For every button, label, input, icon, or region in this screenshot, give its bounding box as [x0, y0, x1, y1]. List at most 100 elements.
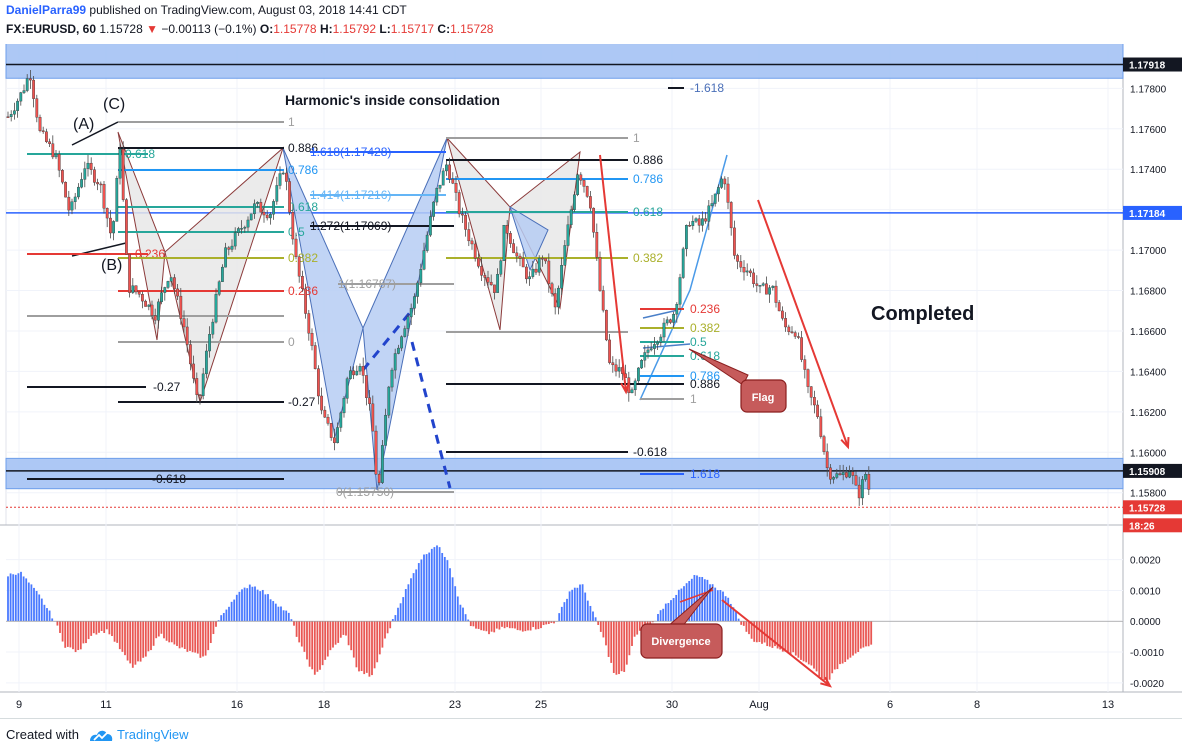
histogram-bar: [503, 621, 506, 629]
candle-body: [557, 287, 560, 308]
histogram-bar: [311, 621, 314, 670]
candle-body: [781, 310, 784, 319]
candle-body: [307, 313, 311, 334]
tradingview-brand-link[interactable]: TradingView: [117, 727, 189, 742]
histogram-bar: [17, 573, 20, 622]
candle-body: [669, 319, 672, 323]
histogram-bar: [46, 608, 48, 622]
histogram-bar: [519, 621, 522, 631]
publish-line: DanielParra99 published on TradingView.c…: [6, 3, 407, 17]
histogram-bar: [170, 621, 173, 643]
candle-body: [832, 477, 836, 480]
histogram-bar: [316, 621, 319, 672]
histogram-bar: [308, 621, 311, 667]
histogram-bar: [547, 621, 550, 625]
histogram-bar: [420, 559, 423, 622]
histogram-bar: [43, 604, 46, 622]
candle-body: [236, 228, 240, 233]
histogram-bar: [61, 621, 64, 642]
candle-body: [713, 193, 717, 204]
candle-body: [771, 285, 775, 288]
histogram-bar: [30, 584, 33, 622]
candle-body: [745, 270, 749, 273]
histogram-bar: [215, 621, 217, 627]
histogram-bar: [59, 621, 61, 633]
histogram-bar: [615, 621, 618, 675]
fib-label: -0.27: [153, 380, 181, 394]
fib-label: 0.786: [288, 163, 318, 177]
author-link[interactable]: DanielParra99: [6, 3, 86, 17]
histogram-bar: [355, 621, 358, 668]
candle-body: [438, 184, 442, 189]
candle-body: [35, 98, 39, 118]
candle-body: [518, 255, 522, 259]
histogram-bar: [703, 579, 706, 622]
histogram-bar: [397, 607, 399, 622]
candle-body: [64, 181, 68, 198]
candle-body: [592, 207, 596, 233]
candle-body: [457, 192, 461, 215]
histogram-bar: [529, 621, 532, 631]
candle-body: [409, 308, 413, 318]
candle-body: [797, 336, 800, 338]
histogram-bar: [521, 621, 524, 632]
histogram-bar: [238, 591, 241, 622]
histogram-bar: [833, 621, 836, 670]
histogram-bar: [612, 621, 615, 673]
candle-body: [854, 475, 858, 486]
candle-body: [214, 294, 218, 323]
candle-body: [835, 473, 839, 478]
histogram-bar: [160, 621, 163, 634]
fib-label: 0.382: [690, 321, 720, 335]
candle-body: [605, 309, 608, 341]
histogram-bar: [745, 621, 748, 632]
histogram-bar: [139, 621, 142, 662]
fib-label: 0.786: [633, 172, 663, 186]
candle-body: [256, 201, 259, 204]
candle-body: [403, 328, 407, 337]
histogram-bar: [524, 621, 527, 632]
histogram-bar: [186, 621, 189, 652]
histogram-bar: [332, 621, 334, 648]
candle-body: [589, 196, 592, 209]
candle-body: [329, 423, 333, 438]
tradingview-logo-icon[interactable]: [88, 725, 114, 745]
price-chart[interactable]: 0.618 0.236 -0.27 -0.618 1 0.886 0.786 0.618 0.5…: [0, 44, 1182, 718]
histogram-bar: [152, 621, 155, 646]
fib-label: 0.786: [690, 369, 720, 383]
candle-body: [259, 201, 263, 213]
candle-body: [80, 179, 84, 188]
histogram-bar: [472, 621, 475, 627]
time-tick-label: Aug: [749, 699, 769, 711]
candle-body: [861, 479, 864, 499]
histogram-bar: [844, 621, 847, 662]
candle-body: [249, 213, 253, 221]
histogram-bar: [7, 576, 9, 622]
candle-body: [768, 287, 772, 295]
candle-body: [470, 240, 474, 245]
candle-body: [595, 232, 599, 258]
histogram-bar: [376, 621, 379, 663]
histogram-bar: [579, 584, 581, 622]
histogram-bar: [358, 621, 360, 672]
histogram-bar: [836, 621, 839, 670]
oscillator-tick-label: -0.0010: [1130, 648, 1164, 659]
histogram-bar: [365, 621, 368, 673]
histogram-bar: [306, 621, 308, 660]
histogram-bar: [443, 556, 446, 622]
histogram-bar: [849, 621, 852, 658]
candle-body: [493, 284, 496, 293]
candle-body: [675, 303, 679, 315]
histogram-bar: [378, 621, 381, 655]
histogram-bar: [857, 621, 860, 653]
candle-body: [224, 247, 227, 268]
histogram-bar: [441, 552, 444, 622]
histogram-bar: [259, 591, 262, 622]
candle-body: [67, 196, 71, 211]
fib-label: 0.886: [633, 153, 663, 167]
histogram-bar: [251, 586, 254, 622]
histogram-bar: [12, 574, 15, 622]
histogram-bar: [142, 621, 145, 658]
open-value: 1.15778: [273, 22, 317, 36]
fib-label: 0.382: [288, 251, 318, 265]
